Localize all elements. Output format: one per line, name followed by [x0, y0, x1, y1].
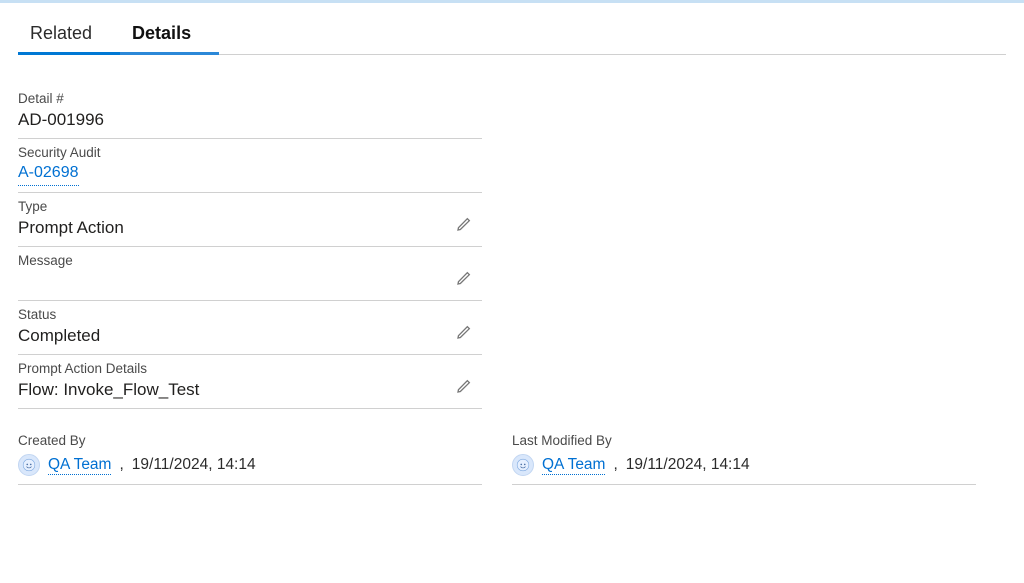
field-message: Message: [18, 247, 482, 301]
field-value: [18, 272, 482, 294]
astro-icon: [516, 458, 530, 472]
last-modified-by-block: Last Modified By QA Team, 19/11/2024, 14…: [512, 433, 976, 485]
comma: ,: [613, 456, 617, 474]
created-by-label: Created By: [18, 433, 482, 448]
tab-bar: Related Details: [18, 13, 1006, 55]
field-value: AD-001996: [18, 110, 482, 132]
audit-byline-row: Created By QA Team, 19/11/2024, 14:14 La…: [18, 433, 1006, 485]
comma: ,: [119, 456, 123, 474]
field-detail-number: Detail # AD-001996: [18, 85, 482, 139]
tab-related-label: Related: [30, 23, 92, 43]
pencil-icon[interactable]: [456, 270, 472, 286]
pencil-icon[interactable]: [456, 378, 472, 394]
last-modified-by-label: Last Modified By: [512, 433, 976, 448]
field-label: Status: [18, 307, 482, 322]
pencil-icon[interactable]: [456, 324, 472, 340]
field-label: Prompt Action Details: [18, 361, 482, 376]
field-label: Type: [18, 199, 482, 214]
record-detail-page: Related Details Detail # AD-001996 Secur…: [0, 3, 1024, 485]
field-value: Completed: [18, 326, 482, 348]
avatar: [512, 454, 534, 476]
details-left-column: Detail # AD-001996 Security Audit A-0269…: [18, 85, 482, 409]
created-by-user-link[interactable]: QA Team: [48, 456, 111, 475]
field-prompt-action-details: Prompt Action Details Flow: Invoke_Flow_…: [18, 355, 482, 409]
tab-details-label: Details: [132, 23, 191, 43]
avatar: [18, 454, 40, 476]
security-audit-link[interactable]: A-02698: [18, 164, 79, 186]
details-right-column: [512, 85, 976, 409]
astro-icon: [22, 458, 36, 472]
field-type: Type Prompt Action: [18, 193, 482, 247]
field-security-audit: Security Audit A-02698: [18, 139, 482, 193]
details-content: Detail # AD-001996 Security Audit A-0269…: [18, 55, 1006, 409]
tab-details[interactable]: Details: [120, 13, 219, 54]
created-by-block: Created By QA Team, 19/11/2024, 14:14: [18, 433, 482, 485]
field-status: Status Completed: [18, 301, 482, 355]
field-label: Detail #: [18, 91, 482, 106]
last-modified-by-user-link[interactable]: QA Team: [542, 456, 605, 475]
field-value: Flow: Invoke_Flow_Test: [18, 380, 482, 402]
pencil-icon[interactable]: [456, 216, 472, 232]
last-modified-by-timestamp: 19/11/2024, 14:14: [626, 456, 750, 474]
field-label: Message: [18, 253, 482, 268]
tab-related[interactable]: Related: [18, 13, 120, 54]
field-label: Security Audit: [18, 145, 482, 160]
field-value: Prompt Action: [18, 218, 482, 240]
created-by-timestamp: 19/11/2024, 14:14: [132, 456, 256, 474]
